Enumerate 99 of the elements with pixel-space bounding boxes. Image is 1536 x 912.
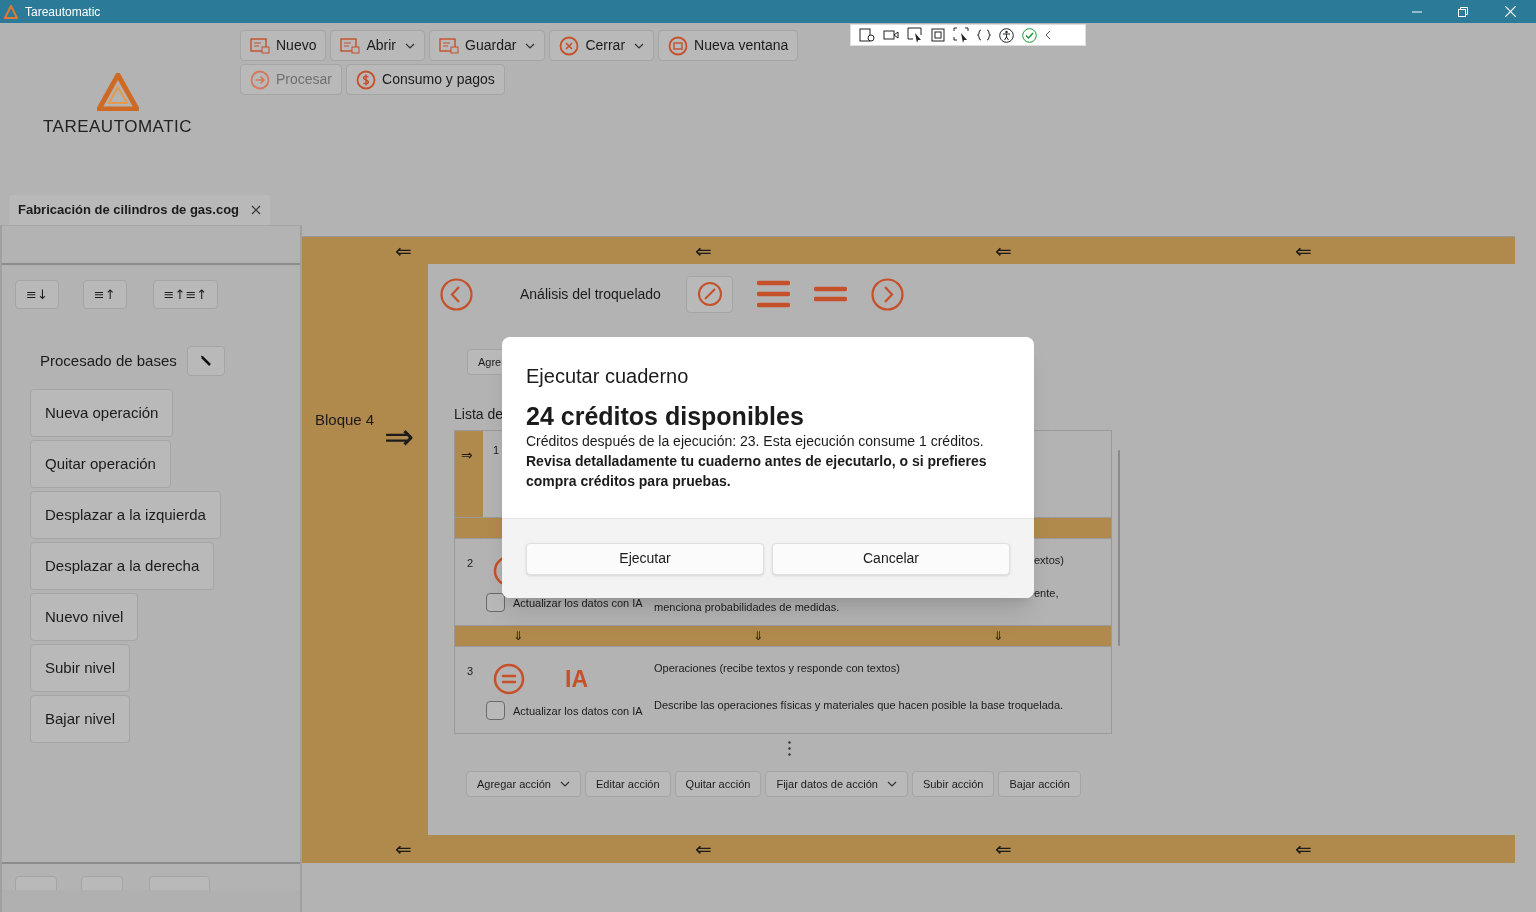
action-type: Operaciones (recibe textos y responde con textos): [654, 661, 901, 677]
ai-label: IA: [565, 665, 588, 694]
left-arrow: ⇐: [395, 237, 413, 265]
dollar-circle-icon: [356, 69, 377, 90]
scrollbar[interactable]: [1118, 450, 1120, 646]
two-lines-icon[interactable]: [814, 285, 847, 303]
dialog-title: Ejecutar cuaderno: [526, 364, 690, 389]
down-arrow: ⇓: [993, 628, 1005, 646]
dialog-heading: 24 créditos disponibles: [526, 401, 805, 431]
restore-icon[interactable]: [1458, 6, 1468, 17]
step-title: Análisis del troquelado: [520, 284, 662, 304]
sort-button[interactable]: ≡↑: [82, 280, 127, 309]
action-button[interactable]: Quitar acción: [674, 771, 762, 798]
down-arrow: ⇓: [513, 628, 525, 646]
document-icon: [250, 37, 270, 54]
dialog-button[interactable]: Cancelar: [772, 542, 1010, 575]
group-title: Procesado de bases: [40, 350, 178, 371]
action-description: Describe las operaciones físicas y materiales que hacen posible la base troquelada.: [654, 697, 1065, 713]
checkbox-label: Actualizar los datos con IA: [513, 703, 643, 719]
braces-icon[interactable]: [977, 29, 991, 41]
pencil-icon: [200, 355, 212, 367]
three-lines-icon[interactable]: [757, 279, 790, 309]
next-circle-icon[interactable]: [871, 277, 904, 311]
logo-text: TAREAUTOMATIC: [42, 116, 193, 138]
sort-button[interactable]: ≡↑≡↑: [152, 280, 219, 309]
chevron-down-icon: [886, 781, 897, 788]
no-entry-circle-icon: [696, 281, 723, 307]
left-arrow: ⇐: [695, 237, 713, 265]
sidebar-item[interactable]: Bajar nivel: [30, 695, 131, 743]
square-frame-icon[interactable]: [931, 28, 945, 42]
toolbar-button[interactable]: Abrir: [330, 30, 426, 61]
window-search-icon[interactable]: [859, 28, 875, 42]
sidebar-item[interactable]: Quitar operación: [30, 440, 171, 488]
checkbox[interactable]: [486, 593, 505, 613]
dialog-button[interactable]: Ejecutar: [526, 542, 764, 575]
equals-circle-icon: [493, 663, 525, 696]
select-pointer-icon[interactable]: [907, 27, 923, 43]
sidebar-item[interactable]: Subir nivel: [30, 644, 131, 692]
logo-triangle-icon: [96, 73, 139, 111]
document-icon: [439, 37, 460, 54]
row-number: 3: [466, 664, 475, 678]
checkbox-label: Actualizar los datos con IA: [513, 595, 643, 611]
check-circle-icon[interactable]: [1022, 27, 1037, 43]
action-button[interactable]: Subir acción: [911, 771, 995, 798]
edit-step-button[interactable]: [686, 275, 733, 313]
checkbox[interactable]: [486, 701, 505, 721]
sidebar-item[interactable]: Desplazar a la derecha: [30, 542, 215, 590]
close-icon: [251, 205, 262, 215]
sidebar-item[interactable]: Nuevo nivel: [30, 593, 139, 641]
chevron-down-icon: [560, 781, 570, 788]
accessibility-icon[interactable]: [999, 27, 1014, 43]
left-arrow: ⇐: [1295, 836, 1313, 863]
left-arrow: ⇐: [995, 237, 1013, 265]
close-icon[interactable]: [1505, 6, 1516, 17]
dialog-warning: Revisa detalladamente tu cuaderno antes de ejecutarlo, o si prefieres compra créditos para pruebas.: [526, 452, 988, 491]
action-description: menciona probabilidades de medidas.: [654, 600, 840, 616]
action-button[interactable]: Fijar datos de acción: [765, 771, 908, 798]
left-arrow: ⇐: [1295, 237, 1313, 265]
action-button[interactable]: Bajar acción: [998, 771, 1081, 798]
action-button[interactable]: Editar acción: [585, 771, 671, 798]
chevron-down-icon: [405, 42, 416, 49]
collapse-chevron-icon[interactable]: [1045, 30, 1051, 40]
toolbar-button[interactable]: Guardar: [429, 30, 546, 61]
document-icon: [340, 37, 361, 54]
left-arrow: ⇐: [695, 836, 713, 863]
action-button[interactable]: Agregar acción: [466, 771, 581, 798]
action-description: ente,: [1034, 586, 1059, 602]
edit-button[interactable]: [187, 346, 225, 376]
frame-pointer-icon[interactable]: [953, 27, 969, 43]
close-circle-icon: [559, 35, 580, 56]
app-logo-icon: [4, 4, 18, 19]
window-title: Tareautomatic: [25, 3, 101, 21]
left-arrow: ⇐: [995, 836, 1013, 863]
row-number: 1: [493, 443, 500, 457]
down-arrow: ⇓: [753, 628, 765, 646]
row-arrow: ⇒: [461, 447, 473, 464]
list-label: Lista de: [454, 405, 502, 425]
toolbar-button[interactable]: Nueva ventana: [658, 30, 799, 61]
toolbar-button[interactable]: Cerrar: [549, 30, 655, 61]
sidebar-item[interactable]: Nueva operación: [30, 389, 174, 437]
block-arrow: ⇒: [384, 419, 414, 455]
toolbar-button[interactable]: Nuevo: [240, 30, 327, 61]
action-type: extos): [1034, 553, 1064, 569]
chevron-down-icon: [634, 42, 645, 49]
sidebar-item[interactable]: Desplazar a la izquierda: [30, 491, 221, 539]
arrow-circle-icon: [250, 69, 270, 90]
add-button[interactable]: Agre: [467, 349, 502, 376]
video-icon[interactable]: [883, 29, 899, 41]
previous-circle-icon[interactable]: [440, 277, 473, 311]
sort-button[interactable]: ≡↓: [15, 280, 59, 309]
file-tab[interactable]: Fabricación de cilindros de gas.cog: [9, 195, 271, 225]
more-icon[interactable]: [788, 741, 791, 757]
block-label: Bloque 4: [315, 410, 375, 430]
window-circle-icon: [668, 35, 689, 56]
dialog-message: Créditos después de la ejecución: 23. Esta ejecución consume 1 créditos.: [526, 432, 985, 451]
chevron-down-icon: [525, 42, 536, 49]
left-arrow: ⇐: [395, 836, 413, 863]
toolbar-button[interactable]: Consumo y pagos: [346, 64, 505, 95]
row-number: 2: [466, 556, 475, 570]
